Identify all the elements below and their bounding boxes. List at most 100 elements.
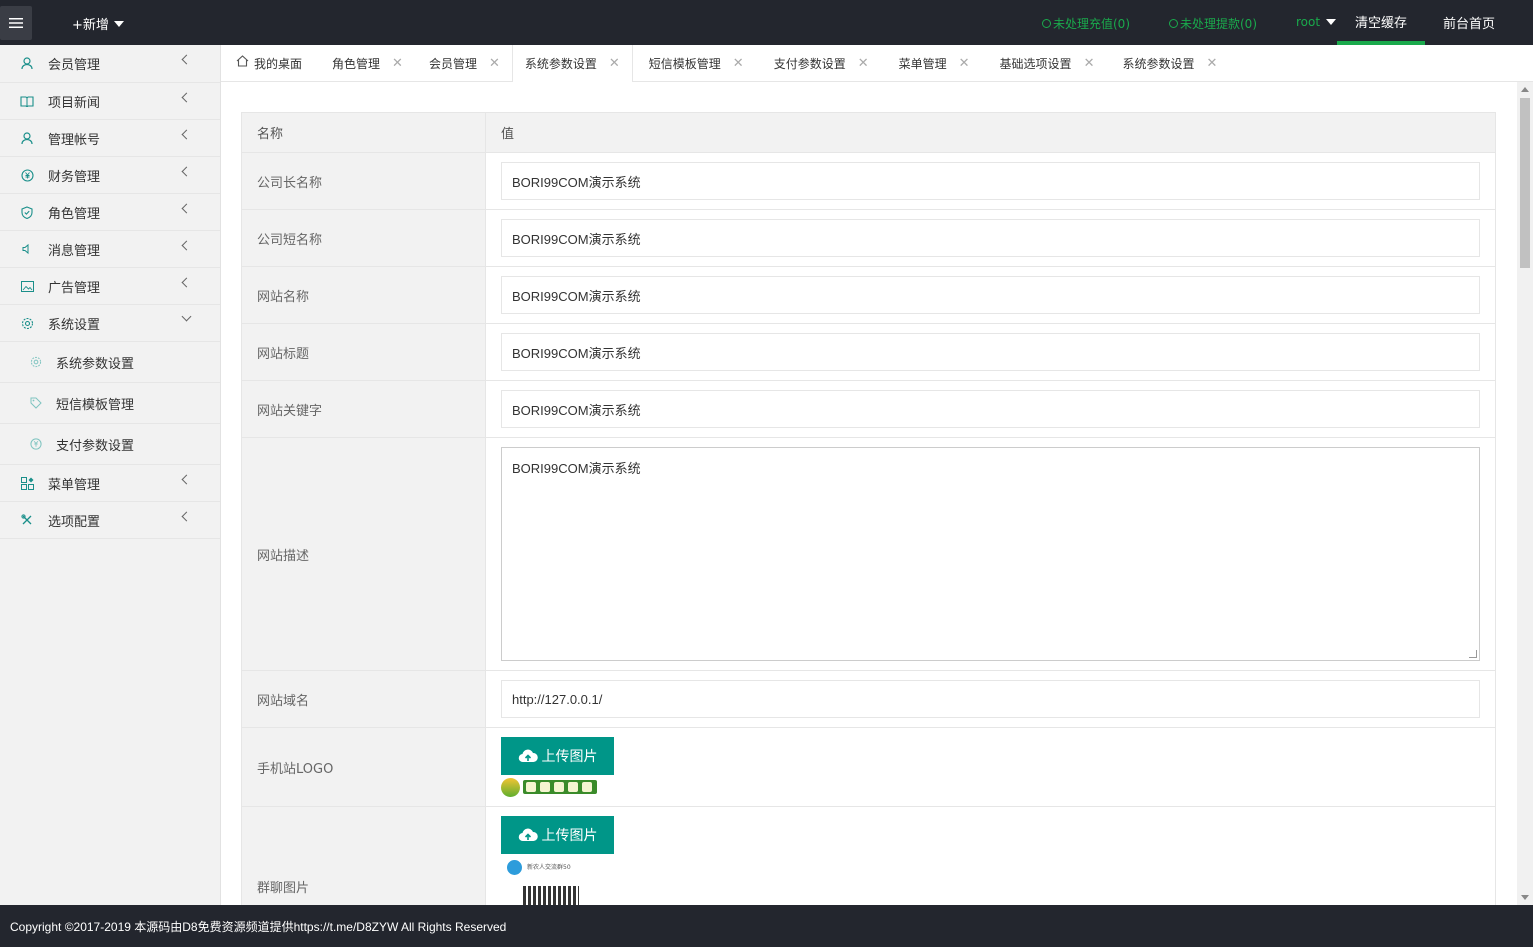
main-content: 名称 值 公司长名称 BORI99COM演示系统 公司短名称 BORI99COM… <box>221 82 1517 905</box>
tab-label: 基础选项设置 <box>999 56 1072 71</box>
sidebar-item-messages[interactable]: 消息管理 <box>0 231 220 268</box>
site-domain-input[interactable]: http://127.0.0.1/ <box>501 680 1480 718</box>
param-name: 网站描述 <box>241 437 486 671</box>
tools-icon <box>20 513 34 527</box>
sidebar-item-label: 选项配置 <box>48 514 101 530</box>
close-icon[interactable]: ✕ <box>392 56 403 71</box>
footer: Copyright ©2017-2019 本源码由D8免费资源频道提供https… <box>0 905 1533 947</box>
sidebar-subitem-payment-params[interactable]: 支付参数设置 <box>0 424 220 465</box>
menu-toggle-button[interactable] <box>0 6 32 40</box>
table-row: 网站描述 BORI99COM演示系统 <box>241 437 1496 671</box>
tab-my-desktop[interactable]: 我的桌面 <box>221 45 320 81</box>
sidebar-item-roles[interactable]: 角色管理 <box>0 194 220 231</box>
company-short-name-input[interactable]: BORI99COM演示系统 <box>501 219 1480 257</box>
sidebar-subitem-label: 系统参数设置 <box>56 356 135 372</box>
tag-icon <box>30 397 42 409</box>
user-icon <box>20 57 34 71</box>
param-name: 群聊图片 <box>241 806 486 905</box>
sidebar-item-label: 消息管理 <box>48 243 101 259</box>
sidebar-subitem-sms-templates[interactable]: 短信模板管理 <box>0 383 220 424</box>
tab-bar: 我的桌面 角色管理 ✕ 会员管理 ✕ 系统参数设置 ✕ 短信模板管理 ✕ 支付参… <box>221 45 1533 82</box>
site-title-input[interactable]: BORI99COM演示系统 <box>501 333 1480 371</box>
shield-icon <box>20 205 34 219</box>
close-icon[interactable]: ✕ <box>1084 56 1095 71</box>
tab-role-management[interactable]: 角色管理 ✕ <box>320 45 415 81</box>
sidebar-item-finance[interactable]: 财务管理 <box>0 157 220 194</box>
params-table: 名称 值 公司长名称 BORI99COM演示系统 公司短名称 BORI99COM… <box>241 112 1496 905</box>
tab-label: 系统参数设置 <box>524 57 597 71</box>
site-keywords-input[interactable]: BORI99COM演示系统 <box>501 390 1480 428</box>
table-row: 公司短名称 BORI99COM演示系统 <box>241 209 1496 267</box>
tab-member-management[interactable]: 会员管理 ✕ <box>415 45 512 81</box>
sidebar-item-news[interactable]: 项目新闻 <box>0 83 220 120</box>
close-icon[interactable]: ✕ <box>1206 56 1217 71</box>
param-name: 手机站LOGO <box>241 727 486 807</box>
scroll-down-icon[interactable] <box>1521 895 1529 900</box>
add-new-menu[interactable]: +新增 <box>72 14 124 33</box>
table-row: 网站名称 BORI99COM演示系统 <box>241 266 1496 324</box>
yen-icon <box>1042 19 1051 28</box>
tab-basic-options[interactable]: 基础选项设置 ✕ <box>982 45 1107 81</box>
close-icon[interactable]: ✕ <box>959 56 970 71</box>
scroll-up-icon[interactable] <box>1521 87 1529 92</box>
sidebar-item-members[interactable]: 会员管理 <box>0 45 220 83</box>
sidebar-item-label: 会员管理 <box>48 58 101 73</box>
add-new-label: +新增 <box>72 18 109 33</box>
front-home-link[interactable]: 前台首页 <box>1425 0 1513 45</box>
caret-down-icon <box>1326 19 1337 25</box>
sidebar-item-options[interactable]: 选项配置 <box>0 502 220 539</box>
sidebar-item-ads[interactable]: 广告管理 <box>0 268 220 305</box>
param-name: 网站名称 <box>241 266 486 324</box>
chevron-left-icon <box>181 129 192 140</box>
group-qr-image: 新农人交流群50 <box>501 856 599 905</box>
table-row: 手机站LOGO 上传图片 <box>241 727 1496 807</box>
book-icon <box>20 94 34 108</box>
upload-logo-button[interactable]: 上传图片 <box>501 737 614 775</box>
vertical-scrollbar[interactable] <box>1517 82 1533 905</box>
tab-system-params-2[interactable]: 系统参数设置 ✕ <box>1106 45 1229 81</box>
tab-system-params[interactable]: 系统参数设置 ✕ <box>511 45 633 82</box>
user-menu[interactable]: root <box>1296 15 1337 29</box>
chevron-left-icon <box>181 511 192 522</box>
table-header-row: 名称 值 <box>241 112 1496 153</box>
sidebar: 会员管理 项目新闻 管理帐号 财务管理 角色管理 消息管理 广告管理 系统设置 … <box>0 45 221 905</box>
pending-withdraw-link[interactable]: 未处理提款(0) <box>1169 15 1257 32</box>
username: root <box>1296 15 1321 29</box>
chevron-left-icon <box>181 166 192 177</box>
sidebar-item-accounts[interactable]: 管理帐号 <box>0 120 220 157</box>
tab-label: 短信模板管理 <box>648 56 721 71</box>
upload-group-image-button[interactable]: 上传图片 <box>501 816 614 854</box>
sidebar-item-label: 系统设置 <box>48 317 101 333</box>
tab-payment-params[interactable]: 支付参数设置 ✕ <box>756 45 881 81</box>
chevron-left-icon <box>181 203 192 214</box>
site-description-textarea[interactable]: BORI99COM演示系统 <box>501 447 1480 661</box>
sidebar-item-menus[interactable]: 菜单管理 <box>0 465 220 502</box>
pending-recharge-link[interactable]: 未处理充值(0) <box>1042 15 1130 32</box>
sidebar-item-label: 菜单管理 <box>48 477 101 493</box>
diamond-icon <box>1169 19 1178 28</box>
param-name: 网站标题 <box>241 323 486 381</box>
param-name: 公司短名称 <box>241 209 486 267</box>
table-row: 网站标题 BORI99COM演示系统 <box>241 323 1496 381</box>
account-icon <box>20 131 34 145</box>
copyright-text: Copyright ©2017-2019 本源码由D8免费资源频道提供https… <box>10 919 507 934</box>
site-name-input[interactable]: BORI99COM演示系统 <box>501 276 1480 314</box>
chevron-down-icon <box>181 311 192 322</box>
company-long-name-input[interactable]: BORI99COM演示系统 <box>501 162 1480 200</box>
gear-icon <box>20 316 34 330</box>
sidebar-item-label: 角色管理 <box>48 206 101 222</box>
pending-withdraw-label: 未处理提款(0) <box>1180 17 1257 31</box>
tab-sms-templates[interactable]: 短信模板管理 ✕ <box>633 45 756 81</box>
clear-cache-button[interactable]: 清空缓存 <box>1337 0 1425 45</box>
resize-grip-icon[interactable] <box>1469 650 1477 658</box>
close-icon[interactable]: ✕ <box>489 56 500 71</box>
scrollbar-thumb[interactable] <box>1520 98 1530 268</box>
tab-menu-management[interactable]: 菜单管理 ✕ <box>881 45 982 81</box>
close-icon[interactable]: ✕ <box>858 56 869 71</box>
upload-button-label: 上传图片 <box>541 748 598 764</box>
close-icon[interactable]: ✕ <box>733 56 744 71</box>
close-icon[interactable]: ✕ <box>609 56 620 71</box>
tab-label: 会员管理 <box>428 56 477 71</box>
sidebar-item-system-settings[interactable]: 系统设置 <box>0 305 220 342</box>
sidebar-subitem-system-params[interactable]: 系统参数设置 <box>0 342 220 383</box>
